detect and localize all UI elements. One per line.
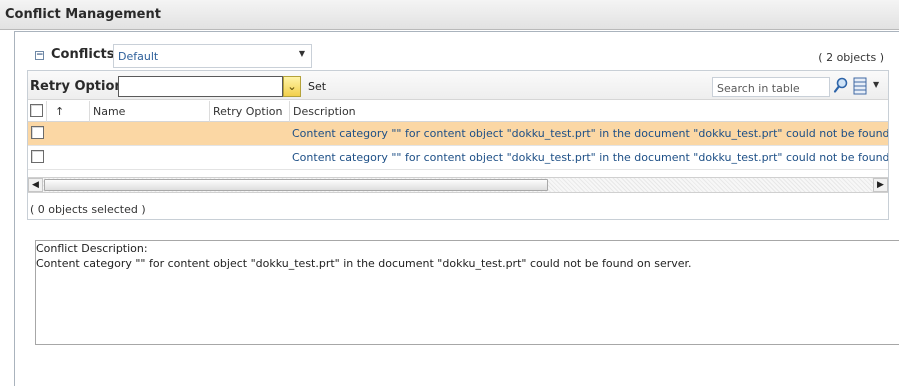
columns-icon[interactable]: [853, 77, 867, 95]
scroll-left-icon[interactable]: ◀: [28, 178, 43, 192]
scroll-right-icon[interactable]: ▶: [873, 178, 888, 192]
column-header-description-label: Description: [293, 105, 356, 118]
table-row[interactable]: Content category "" for content object "…: [28, 122, 888, 146]
selected-count: ( 0 objects selected ): [30, 203, 146, 216]
column-header-name[interactable]: Name: [90, 101, 210, 122]
row-description: Content category "" for content object "…: [292, 127, 888, 140]
column-header-name-label: Name: [93, 105, 126, 118]
chevron-down-icon[interactable]: ▼: [873, 80, 879, 89]
search-placeholder: Search in table: [717, 82, 800, 95]
chevron-down-icon: ⌄: [287, 80, 297, 93]
table-search-input[interactable]: Search in table: [712, 77, 830, 97]
column-header-retry-option-label: Retry Option: [213, 105, 283, 118]
retry-option-dropdown-button[interactable]: ⌄: [283, 76, 301, 97]
header-select-all-cell: [28, 101, 47, 122]
table-row[interactable]: Content category "" for content object "…: [28, 146, 888, 170]
conflicts-heading: Conflicts: [51, 47, 115, 62]
column-header-description[interactable]: Description: [290, 101, 888, 122]
column-header-retry-option[interactable]: Retry Option: [210, 101, 290, 122]
set-button[interactable]: Set: [308, 80, 326, 93]
select-all-checkbox[interactable]: [30, 104, 43, 117]
row-checkbox[interactable]: [31, 150, 44, 163]
conflict-description-box: [35, 240, 899, 345]
collapse-icon[interactable]: −: [35, 51, 44, 60]
chevron-down-icon: ▼: [298, 49, 305, 58]
window-title: Conflict Management: [5, 7, 161, 22]
retry-option-label: Retry Option: [30, 79, 124, 94]
table-header: ↑ Name Retry Option Description: [28, 101, 888, 122]
horizontal-scrollbar[interactable]: ◀ ▶: [28, 177, 888, 193]
header-sort-cell[interactable]: ↑: [47, 101, 90, 122]
conflict-description-label: Conflict Description:: [36, 242, 148, 255]
sort-arrow-icon: ↑: [55, 105, 65, 118]
row-checkbox[interactable]: [31, 126, 44, 139]
retry-option-input[interactable]: [118, 76, 283, 97]
search-icon[interactable]: [833, 77, 849, 95]
scrollbar-thumb[interactable]: [44, 179, 548, 191]
view-select[interactable]: Default ▼: [113, 44, 312, 68]
conflict-description-text: Content category "" for content object "…: [36, 257, 692, 270]
view-select-value: Default: [118, 50, 159, 63]
row-description: Content category "" for content object "…: [292, 151, 888, 164]
object-count: ( 2 objects ): [818, 51, 884, 64]
